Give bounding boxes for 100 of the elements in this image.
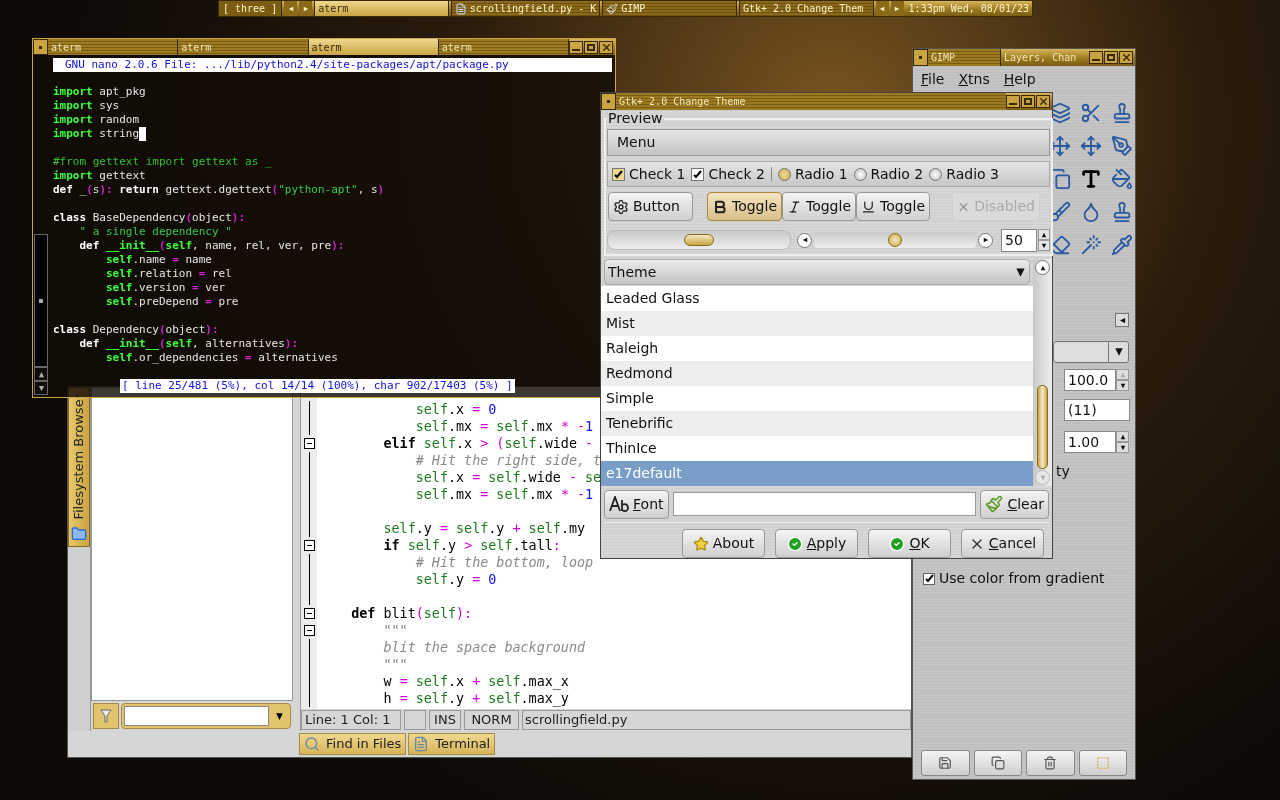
window-menu-button[interactable] bbox=[913, 49, 928, 66]
column-header[interactable]: Theme bbox=[604, 259, 1030, 285]
theme-list-item[interactable]: Raleigh bbox=[601, 336, 1033, 361]
brush-icon bbox=[606, 2, 619, 15]
scroll-up-button[interactable] bbox=[34, 367, 48, 381]
scrollbar-thumb[interactable] bbox=[684, 234, 714, 246]
collapse-button[interactable] bbox=[1115, 313, 1129, 327]
radio-button[interactable]: Radio 1 bbox=[777, 163, 848, 185]
scrollbar[interactable] bbox=[1033, 259, 1052, 486]
dialog-button[interactable]: About bbox=[682, 529, 765, 558]
radio-button[interactable]: Radio 2 bbox=[853, 163, 924, 185]
panel-button[interactable] bbox=[921, 750, 970, 776]
spin-down-button[interactable] bbox=[1116, 442, 1129, 453]
minimize-button[interactable] bbox=[1089, 51, 1103, 64]
theme-list-item[interactable]: Simple bbox=[601, 386, 1033, 411]
close-button[interactable] bbox=[599, 40, 613, 54]
fold-toggle[interactable] bbox=[303, 608, 315, 619]
spin-up-button[interactable] bbox=[1038, 229, 1050, 240]
up-arrow-icon bbox=[1119, 433, 1126, 440]
fold-toggle[interactable] bbox=[303, 438, 315, 449]
theme-list-item[interactable]: Tenebrific bbox=[601, 411, 1033, 436]
filter-field[interactable] bbox=[121, 703, 291, 729]
bottom-tab[interactable]: Terminal bbox=[408, 733, 496, 755]
clock-label: 1:33pm Wed, 08/01/23 bbox=[907, 2, 1030, 16]
close-button[interactable] bbox=[1036, 95, 1050, 108]
menu-item[interactable]: Xtns bbox=[958, 68, 990, 90]
menu-bar[interactable]: Menu bbox=[607, 129, 1050, 156]
pen-icon bbox=[1110, 134, 1133, 157]
scrollbar-thumb[interactable] bbox=[1037, 385, 1048, 469]
toggle-button[interactable]: Toggle bbox=[856, 192, 930, 221]
font-field[interactable] bbox=[672, 492, 977, 516]
theme-list-item[interactable]: Mist bbox=[601, 311, 1033, 336]
next-button[interactable] bbox=[890, 1, 904, 16]
scroll-up-button[interactable] bbox=[1035, 260, 1050, 275]
dropdown[interactable] bbox=[1053, 341, 1129, 363]
minimize-button[interactable] bbox=[1006, 95, 1020, 108]
theme-list-item[interactable]: Redmond bbox=[601, 361, 1033, 386]
panel-button[interactable] bbox=[973, 750, 1022, 776]
filter-button[interactable] bbox=[93, 703, 119, 729]
frame-icon bbox=[1095, 756, 1110, 770]
theme-list-item[interactable]: Leaded Glass bbox=[601, 286, 1033, 311]
previous-button[interactable] bbox=[875, 1, 889, 16]
font-button[interactable]: Font bbox=[604, 489, 669, 519]
window-menu-button[interactable] bbox=[33, 39, 48, 55]
window-tab[interactable]: aterm bbox=[308, 39, 439, 55]
code-line: def __init__(self, alternatives): bbox=[78, 337, 299, 351]
opacity-field[interactable]: 100.0 bbox=[1064, 369, 1116, 391]
scroll-down-button[interactable] bbox=[34, 381, 48, 395]
toggle-button[interactable]: Toggle bbox=[707, 192, 782, 221]
code-line: self.relation = rel bbox=[104, 267, 232, 281]
step-right-button[interactable] bbox=[978, 232, 993, 248]
panel-button[interactable] bbox=[1026, 750, 1075, 776]
fold-toggle[interactable] bbox=[303, 540, 315, 551]
maximize-button[interactable] bbox=[1104, 51, 1118, 64]
panel-button[interactable] bbox=[1078, 750, 1127, 776]
menu-item[interactable]: Help bbox=[1003, 68, 1036, 90]
spin-down-button[interactable] bbox=[1038, 240, 1050, 251]
theme-list-item[interactable]: ThinIce bbox=[601, 436, 1033, 461]
previous-button[interactable] bbox=[284, 1, 298, 16]
check-icon bbox=[924, 574, 934, 583]
left-arrow-icon bbox=[287, 5, 294, 12]
next-button[interactable] bbox=[299, 1, 313, 16]
task-button[interactable]: aterm bbox=[314, 1, 449, 16]
scrollbar-thumb[interactable] bbox=[39, 299, 43, 303]
code-line: elif self.x > (self.wide - bbox=[382, 435, 594, 452]
task-button[interactable]: Gtk+ 2.0 Change Them bbox=[738, 1, 874, 16]
scrollbar[interactable] bbox=[607, 230, 791, 250]
step-left-button[interactable] bbox=[797, 232, 812, 248]
close-button[interactable] bbox=[1119, 51, 1133, 64]
dialog-button[interactable]: Apply bbox=[775, 529, 858, 558]
up-arrow-icon bbox=[1039, 264, 1046, 271]
bottom-tab[interactable]: Find in Files bbox=[299, 733, 407, 755]
fold-toggle[interactable] bbox=[303, 625, 315, 636]
brush-field[interactable]: (11) bbox=[1064, 399, 1130, 421]
check-icon bbox=[786, 535, 803, 552]
wand-icon bbox=[1079, 233, 1102, 256]
spin-field[interactable]: 50 bbox=[1001, 228, 1037, 252]
dialog-button[interactable]: OK bbox=[868, 529, 951, 558]
window-menu-button[interactable] bbox=[601, 93, 616, 110]
maximize-button[interactable] bbox=[584, 40, 598, 54]
checkbox[interactable]: Check 1 bbox=[612, 163, 686, 185]
spin-up-button[interactable] bbox=[1116, 431, 1129, 442]
code-line: def __init__(self, name, rel, ver, pre): bbox=[78, 239, 345, 253]
slider-thumb[interactable] bbox=[888, 233, 902, 247]
dialog-button[interactable]: Cancel bbox=[961, 529, 1044, 558]
toggle-button[interactable]: Button bbox=[608, 192, 693, 221]
window-tab[interactable]: GIMP bbox=[928, 49, 1000, 66]
toggle-button[interactable]: Toggle bbox=[782, 192, 856, 221]
minimize-button[interactable] bbox=[569, 40, 583, 54]
spin-down-button[interactable] bbox=[1116, 380, 1129, 391]
checkbox[interactable]: Check 2 bbox=[691, 163, 765, 185]
task-button[interactable]: scrollingfield.py - K bbox=[450, 1, 601, 16]
maximize-button[interactable] bbox=[1021, 95, 1035, 108]
radio-button[interactable]: Radio 3 bbox=[929, 163, 999, 185]
task-button[interactable]: GIMP bbox=[602, 1, 737, 16]
scale-field[interactable]: 1.00 bbox=[1064, 431, 1116, 453]
menu-item[interactable]: File bbox=[921, 68, 945, 90]
workspace-label[interactable]: [ three ] bbox=[219, 1, 283, 16]
clear-button[interactable]: Clear bbox=[980, 489, 1049, 519]
gradient-checkbox[interactable]: Use color from gradient bbox=[923, 568, 1105, 589]
